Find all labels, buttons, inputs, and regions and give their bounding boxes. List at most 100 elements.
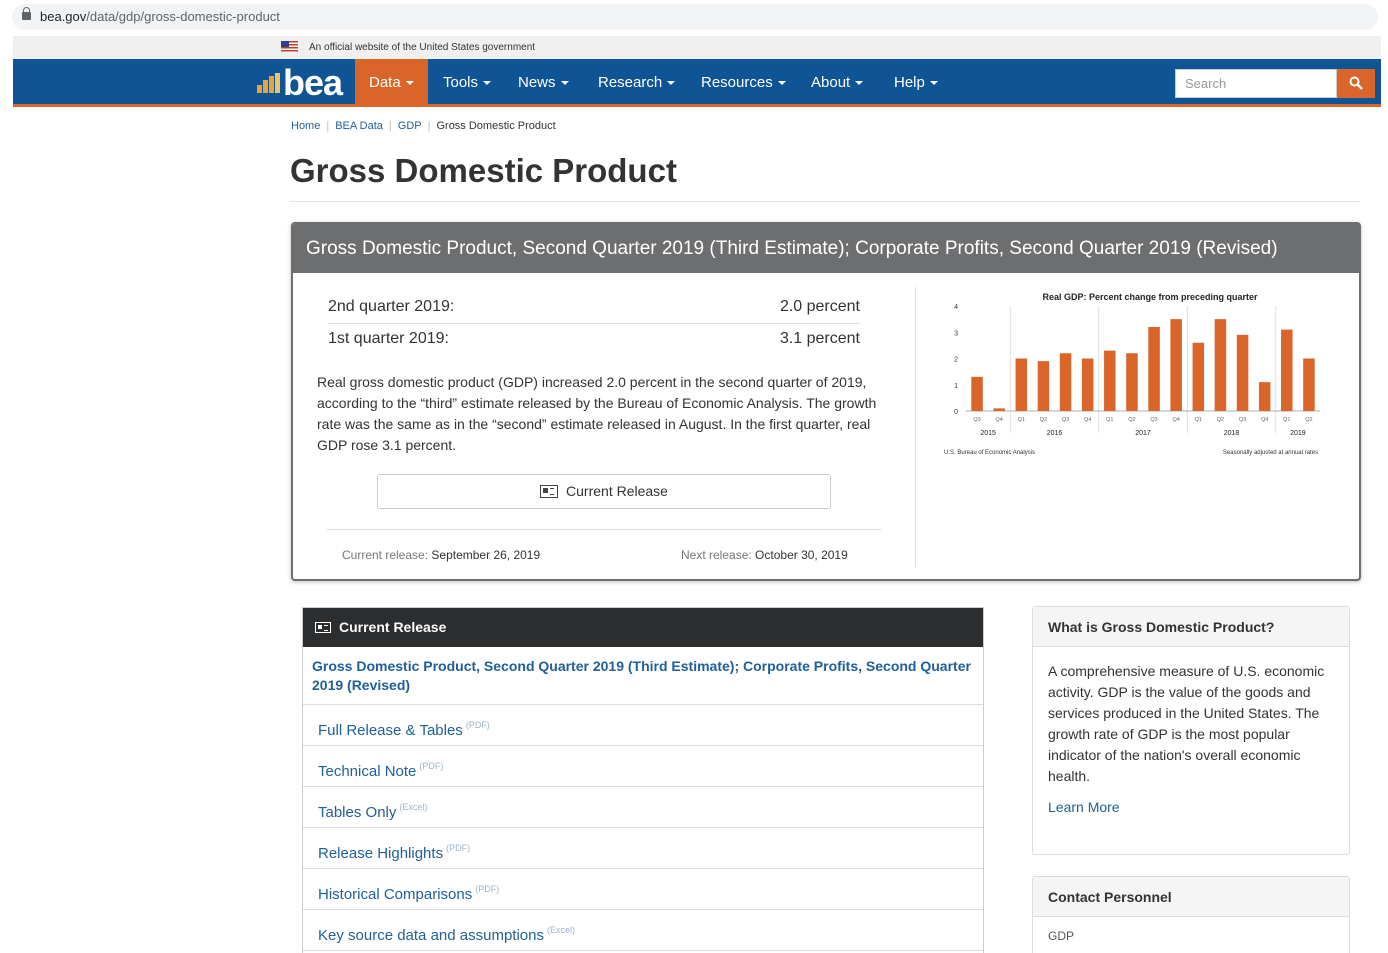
release-link-highlights[interactable]: Release Highlights (PDF) — [303, 828, 983, 869]
bea-logo-text: bea — [283, 62, 343, 103]
file-type-tag: (PDF) — [465, 720, 490, 730]
caret-down-icon — [777, 81, 786, 86]
release-link-technical-note[interactable]: Technical Note (PDF) — [303, 746, 983, 787]
main-navbar: bea Data Tools News Research Resources A… — [13, 59, 1381, 107]
page-title: Gross Domestic Product — [290, 152, 677, 189]
gdp-chart-svg: Real GDP: Percent change from preceding … — [944, 292, 1320, 456]
bar — [971, 376, 983, 411]
bar — [1170, 319, 1182, 411]
breadcrumb-home[interactable]: Home — [291, 120, 320, 132]
contact-personnel-heading: Contact Personnel — [1033, 877, 1349, 917]
x-tick-label: Q3 — [1150, 417, 1157, 423]
chart-note: Seasonally adjusted at annual rates — [1223, 450, 1318, 456]
nav-tools[interactable]: Tools — [443, 59, 492, 107]
stat-row: 1st quarter 2019: 3.1 percent — [328, 330, 860, 362]
search-input[interactable]: Search — [1175, 69, 1337, 98]
x-tick-label: Q4 — [1084, 417, 1091, 423]
current-release-title-link[interactable]: Gross Domestic Product, Second Quarter 2… — [303, 647, 983, 705]
year-label: 2018 — [1224, 430, 1240, 437]
y-tick-label: 3 — [954, 330, 958, 337]
y-tick-label: 4 — [954, 304, 958, 311]
y-tick-label: 1 — [954, 383, 958, 390]
stat-value: 2.0 percent — [779, 298, 860, 315]
bar — [1059, 353, 1072, 411]
chart-source-note: U.S. Bureau of Economic Analysis — [944, 450, 1035, 456]
file-type-tag: (Excel) — [399, 802, 428, 812]
bar — [1081, 358, 1094, 411]
bea-logo[interactable]: bea — [257, 62, 343, 103]
year-label: 2017 — [1135, 430, 1151, 437]
newspaper-icon — [540, 485, 559, 498]
current-release-button[interactable]: Current Release — [377, 474, 831, 509]
file-type-tag: (PDF) — [446, 843, 471, 853]
y-tick-label: 0 — [954, 409, 958, 416]
x-tick-label: Q3 — [1062, 417, 1069, 423]
next-release-date: Next release: October 30, 2019 — [681, 548, 848, 562]
divider — [915, 287, 916, 567]
newspaper-icon — [315, 622, 331, 633]
stat-value: 3.1 percent — [779, 330, 860, 347]
bar — [1258, 382, 1271, 411]
nav-resources[interactable]: Resources — [701, 59, 786, 107]
lock-icon — [22, 7, 31, 20]
caret-down-icon — [929, 81, 938, 86]
search-button[interactable] — [1337, 69, 1375, 98]
gov-banner-text: An official website of the United States… — [309, 42, 536, 53]
year-label: 2016 — [1047, 430, 1063, 437]
breadcrumb-current: Gross Domestic Product — [436, 120, 556, 132]
gov-banner: An official website of the United States… — [13, 36, 1381, 59]
caret-down-icon — [667, 81, 676, 86]
release-link-historical-comparisons[interactable]: Historical Comparisons (PDF) — [303, 869, 983, 910]
nav-research[interactable]: Research — [598, 59, 676, 107]
caret-down-icon — [855, 81, 864, 86]
release-summary: Real gross domestic product (GDP) increa… — [317, 374, 877, 453]
year-label: 2019 — [1290, 430, 1306, 437]
x-tick-label: Q3 — [973, 417, 980, 423]
breadcrumb-gdp[interactable]: GDP — [398, 120, 422, 132]
bea-logo-mark-icon — [257, 73, 281, 93]
x-tick-label: Q3 — [1239, 417, 1246, 423]
bar — [1214, 319, 1227, 411]
what-is-gdp-body: A comprehensive measure of U.S. economic… — [1033, 647, 1349, 832]
x-tick-label: Q4 — [996, 417, 1003, 423]
gdp-chart[interactable]: Real GDP: Percent change from preceding … — [938, 286, 1334, 460]
file-type-tag: (Excel) — [546, 925, 575, 935]
current-release-box-heading: Current Release — [303, 608, 983, 647]
x-tick-label: Q1 — [1195, 417, 1202, 423]
release-link-tables-only[interactable]: Tables Only (Excel) — [303, 787, 983, 828]
x-tick-label: Q4 — [1173, 417, 1180, 423]
file-type-tag: (PDF) — [475, 884, 500, 894]
bar — [1236, 334, 1249, 411]
nav-news[interactable]: News — [518, 59, 569, 107]
release-link-full-release[interactable]: Full Release & Tables (PDF) — [303, 705, 983, 746]
y-tick-label: 2 — [954, 357, 958, 364]
breadcrumb: Home | BEA Data | GDP | Gross Domestic Product — [291, 120, 556, 132]
bar — [1281, 329, 1293, 411]
contact-item: GDP — [1048, 929, 1075, 943]
divider — [290, 201, 1360, 202]
caret-down-icon — [560, 81, 569, 86]
nav-data[interactable]: Data — [355, 59, 428, 107]
x-tick-label: Q2 — [1128, 417, 1135, 423]
stat-label: 1st quarter 2019: — [328, 330, 449, 347]
us-flag-icon — [281, 41, 298, 52]
year-label: 2015 — [980, 430, 996, 437]
x-tick-label: Q2 — [1305, 417, 1312, 423]
url-text[interactable]: bea.gov/data/gdp/gross-domestic-product — [40, 9, 280, 24]
x-tick-label: Q1 — [1018, 417, 1025, 423]
x-tick-label: Q1 — [1106, 417, 1113, 423]
bar — [993, 408, 1005, 411]
current-release-box: Current Release Gross Domestic Product, … — [302, 607, 984, 953]
breadcrumb-bea-data[interactable]: BEA Data — [335, 120, 383, 132]
what-is-gdp-text: A comprehensive measure of U.S. economic… — [1048, 663, 1325, 784]
what-is-gdp-panel: What is Gross Domestic Product? A compre… — [1032, 606, 1350, 855]
bar — [1303, 358, 1315, 411]
nav-help[interactable]: Help — [894, 59, 938, 107]
bar — [1148, 327, 1160, 411]
browser-address-bar: bea.gov/data/gdp/gross-domestic-product — [0, 0, 1388, 34]
x-tick-label: Q2 — [1040, 417, 1047, 423]
learn-more-link[interactable]: Learn More — [1048, 797, 1334, 818]
release-link-key-source-data[interactable]: Key source data and assumptions (Excel) — [303, 910, 983, 951]
nav-about[interactable]: About — [811, 59, 864, 107]
file-type-tag: (PDF) — [419, 761, 444, 771]
